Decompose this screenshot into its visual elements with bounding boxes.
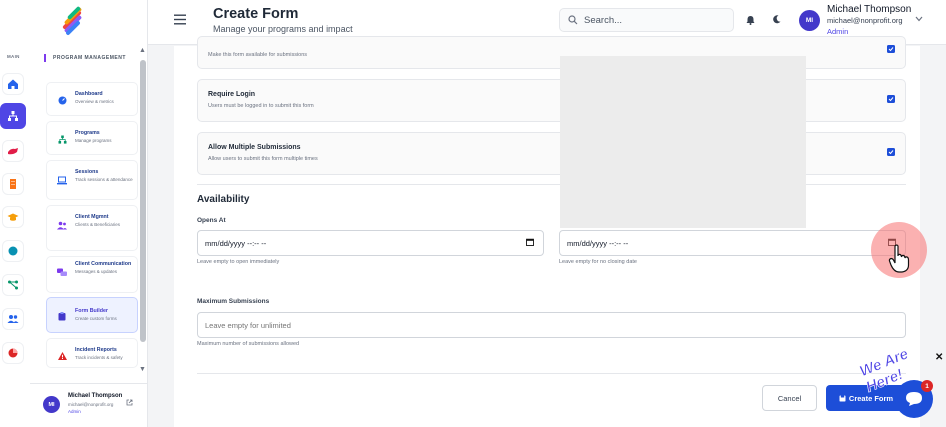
user-name: Michael Thompson bbox=[68, 393, 123, 399]
user-role: Admin bbox=[827, 27, 849, 36]
sidebar-scrollbar[interactable] bbox=[140, 60, 146, 342]
closes-at-input[interactable]: mm/dd/yyyy --:-- -- bbox=[559, 230, 906, 256]
max-submissions-hint: Maximum number of submissions allowed bbox=[197, 341, 300, 347]
avatar: MI bbox=[43, 396, 60, 413]
icon-rail: MAIN bbox=[0, 0, 30, 427]
users-icon bbox=[57, 220, 67, 230]
opens-at-hint: Leave empty to open immediately bbox=[197, 259, 280, 265]
rail-label: MAIN bbox=[7, 54, 20, 59]
hands-icon[interactable] bbox=[2, 140, 24, 162]
user-email: michael@nonprofit.org bbox=[827, 16, 903, 25]
network-icon[interactable] bbox=[2, 274, 24, 296]
chat-icon bbox=[906, 392, 922, 406]
home-icon[interactable] bbox=[2, 73, 24, 95]
opens-at-value: mm/dd/yyyy --:-- -- bbox=[205, 239, 267, 248]
user-email: michael@nonprofit.org bbox=[68, 402, 114, 407]
building-icon[interactable] bbox=[2, 173, 24, 195]
search-icon bbox=[568, 15, 578, 25]
sidebar-item-client-mgmnt[interactable]: Client Mgmnt Clients & Beneficiaries bbox=[46, 205, 138, 251]
option-checkbox[interactable] bbox=[887, 95, 895, 103]
app-logo[interactable] bbox=[56, 4, 90, 38]
app-root: MAIN PROGRAM MANAGEMENT ▲ ▼ Dashboard Ov… bbox=[0, 0, 946, 427]
sidebar-item-title: Sessions bbox=[75, 169, 99, 175]
warning-icon bbox=[57, 351, 67, 361]
sidebar-item-desc: Track incidents & safety bbox=[75, 355, 123, 360]
user-name: Michael Thompson bbox=[827, 4, 912, 15]
sidebar: PROGRAM MANAGEMENT ▲ ▼ Dashboard Overvie… bbox=[30, 0, 148, 427]
sidebar-item-desc: Clients & Beneficiaries bbox=[75, 222, 121, 227]
main-content: Make this form available for submissions… bbox=[148, 36, 946, 427]
closes-at-value: mm/dd/yyyy --:-- -- bbox=[567, 239, 629, 248]
scroll-down-arrow-icon[interactable]: ▼ bbox=[139, 366, 146, 373]
pie-chart-icon[interactable] bbox=[2, 342, 24, 364]
sidebar-item-dashboard[interactable]: Dashboard Overview & metrics bbox=[46, 82, 138, 116]
save-icon bbox=[839, 395, 846, 401]
create-form-button[interactable]: Create Form bbox=[826, 385, 906, 411]
sitemap-icon bbox=[57, 134, 67, 144]
sidebar-item-title: Client Mgmnt bbox=[75, 214, 109, 220]
option-desc: Make this form available for submissions bbox=[208, 52, 308, 58]
user-role: Admin bbox=[68, 409, 81, 414]
max-submissions-input[interactable] bbox=[205, 318, 885, 332]
sidebar-item-programs[interactable]: Programs Manage programs bbox=[46, 121, 138, 155]
chevron-down-icon[interactable] bbox=[915, 16, 923, 22]
search-input[interactable] bbox=[584, 12, 729, 29]
sidebar-item-title: Form Builder bbox=[75, 308, 108, 314]
sidebar-section-title: PROGRAM MANAGEMENT bbox=[44, 54, 126, 62]
sidebar-item-title: Incident Reports bbox=[75, 347, 117, 353]
closes-at-hint: Leave empty for no closing date bbox=[559, 259, 637, 265]
max-submissions-field bbox=[197, 312, 906, 338]
opens-at-input[interactable]: mm/dd/yyyy --:-- -- bbox=[197, 230, 544, 256]
cancel-button[interactable]: Cancel bbox=[762, 385, 817, 411]
laptop-icon bbox=[57, 175, 67, 185]
page-subtitle: Manage your programs and impact bbox=[213, 24, 353, 34]
bell-icon[interactable] bbox=[746, 15, 755, 25]
sidebar-item-desc: Manage programs bbox=[75, 138, 112, 143]
option-title: Allow Multiple Submissions bbox=[208, 144, 301, 151]
sidebar-item-sessions[interactable]: Sessions Track sessions & attendance bbox=[46, 160, 138, 200]
sidebar-item-title: Client Communication bbox=[75, 261, 132, 267]
sidebar-item-desc: Create custom forms bbox=[75, 316, 117, 321]
sidebar-item-desc: Track sessions & attendance bbox=[75, 177, 133, 182]
availability-heading: Availability bbox=[197, 194, 250, 205]
opens-at-label: Opens At bbox=[197, 217, 226, 224]
sidebar-item-desc: Messages & updates bbox=[75, 269, 118, 274]
moon-icon[interactable] bbox=[772, 15, 781, 24]
graduation-cap-icon[interactable] bbox=[2, 206, 24, 228]
form-card: Make this form available for submissions… bbox=[174, 36, 920, 427]
avatar[interactable]: MI bbox=[799, 10, 820, 31]
hand-cursor-icon bbox=[888, 244, 910, 273]
sidebar-item-incident-reports[interactable]: Incident Reports Track incidents & safet… bbox=[46, 338, 138, 368]
sitemap-rail-icon[interactable] bbox=[0, 103, 26, 129]
people-icon[interactable] bbox=[2, 308, 24, 330]
hamburger-menu-icon[interactable] bbox=[174, 14, 186, 25]
scroll-up-arrow-icon[interactable]: ▲ bbox=[139, 47, 146, 54]
sidebar-item-title: Dashboard bbox=[75, 91, 103, 97]
sidebar-user-profile[interactable]: MI Michael Thompson michael@nonprofit.or… bbox=[30, 383, 148, 427]
globe-icon[interactable] bbox=[2, 240, 24, 262]
external-link-icon[interactable] bbox=[126, 399, 133, 406]
max-submissions-label: Maximum Submissions bbox=[197, 298, 270, 305]
comments-icon bbox=[57, 267, 67, 277]
option-checkbox[interactable] bbox=[887, 148, 895, 156]
sidebar-item-desc: Overview & metrics bbox=[75, 99, 114, 104]
calendar-icon[interactable] bbox=[526, 238, 534, 246]
chat-notification-badge: 1 bbox=[921, 380, 933, 392]
option-desc: Allow users to submit this form multiple… bbox=[208, 156, 318, 162]
search-box bbox=[559, 8, 734, 32]
sidebar-item-form-builder[interactable]: Form Builder Create custom forms bbox=[46, 297, 138, 333]
page-title: Create Form bbox=[213, 6, 299, 22]
loading-overlay-panel bbox=[560, 56, 806, 228]
footer-divider bbox=[197, 373, 906, 374]
sidebar-item-client-communication[interactable]: Client Communication Messages & updates bbox=[46, 256, 138, 293]
option-title: Require Login bbox=[208, 91, 256, 98]
option-checkbox[interactable] bbox=[887, 45, 895, 53]
option-desc: Users must be logged in to submit this f… bbox=[208, 103, 314, 109]
sidebar-item-title: Programs bbox=[75, 130, 100, 136]
clipboard-icon bbox=[57, 311, 67, 321]
gauge-icon bbox=[57, 95, 67, 105]
